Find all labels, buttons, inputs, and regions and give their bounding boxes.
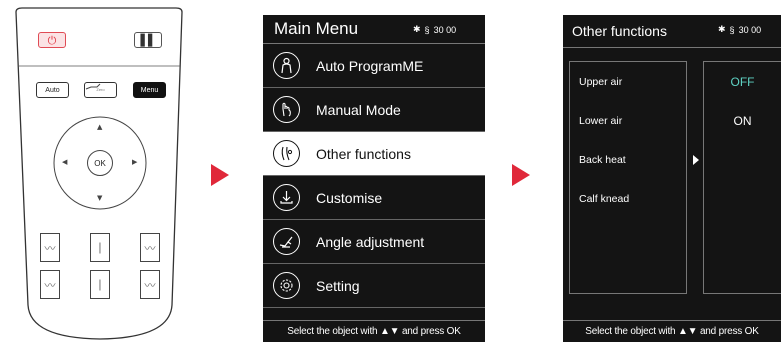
menu-button[interactable]: Menu <box>133 82 166 98</box>
instruction-footer: Select the object with ▲▼ and press OK <box>263 320 485 342</box>
timer-value: 30 00 <box>433 24 457 35</box>
divider <box>563 47 781 48</box>
option-upper-air[interactable]: Upper air <box>579 76 622 88</box>
leg-massage-icon <box>273 140 300 167</box>
heat-icon: § <box>729 24 735 35</box>
foot-massage-up-button[interactable]: ❘ <box>90 233 110 262</box>
selection-pointer-icon <box>693 155 699 165</box>
back-massage-up-button[interactable]: 〰 <box>40 233 60 262</box>
pause-button[interactable]: ▌▌ <box>134 32 162 48</box>
instruction-footer: Select the object with ▲▼ and press OK <box>563 320 781 342</box>
timer-value: 30 00 <box>738 24 762 35</box>
heat-icon: § <box>424 24 430 35</box>
remote-control: ⏻ ▌▌ Auto Zero Menu ▲ ▼ ◀ ▶ OK 〰 〰 ❘ ❘ 〰… <box>0 0 193 342</box>
option-lower-air[interactable]: Lower air <box>579 115 622 127</box>
value-off[interactable]: OFF <box>704 75 781 89</box>
chair-icon: 〰 <box>144 278 156 292</box>
bluetooth-icon: ✱ <box>718 24 726 34</box>
foot-massage-down-button[interactable]: ❘ <box>90 270 110 299</box>
gear-icon <box>273 272 300 299</box>
body-icon <box>273 52 300 79</box>
menu-item-angle-adjustment[interactable]: Angle adjustment <box>263 220 485 264</box>
status-bar: ✱ § 30 00 <box>413 24 456 35</box>
flow-arrow-icon <box>512 164 530 186</box>
up-arrow-button[interactable]: ▲ <box>97 124 102 131</box>
main-menu-screen: Main Menu ✱ § 30 00 Auto ProgramME Manua… <box>263 15 485 342</box>
screen-title: Other functions <box>572 23 667 39</box>
recline-down-button[interactable]: 〰 <box>140 270 160 299</box>
value-list: OFF ON <box>703 61 781 294</box>
option-calf-knead[interactable]: Calf knead <box>579 193 629 205</box>
screen-title: Main Menu <box>274 19 359 38</box>
menu-item-other-functions[interactable]: Other functions <box>263 132 485 176</box>
hand-icon <box>273 96 300 123</box>
massage-icon: 〰 <box>44 278 56 292</box>
recline-chair-icon <box>273 228 300 255</box>
menu-item-auto-programme[interactable]: Auto ProgramME <box>263 44 485 88</box>
bluetooth-icon: ✱ <box>413 24 421 34</box>
auto-button[interactable]: Auto <box>36 82 69 98</box>
power-icon: ⏻ <box>47 33 57 47</box>
foot-icon: ❘ <box>95 278 105 291</box>
status-bar: ✱ § 30 00 <box>718 24 761 35</box>
power-button[interactable]: ⏻ <box>38 32 66 48</box>
down-arrow-button[interactable]: ▼ <box>97 195 102 202</box>
recline-up-button[interactable]: 〰 <box>140 233 160 262</box>
value-on[interactable]: ON <box>704 114 781 128</box>
zero-gravity-button[interactable]: Zero <box>84 82 117 98</box>
right-arrow-button[interactable]: ▶ <box>132 159 137 166</box>
menu-item-customise[interactable]: Customise <box>263 176 485 220</box>
pause-icon: ▌▌ <box>140 33 157 47</box>
function-list: Upper air Lower air Back heat Calf knead <box>569 61 687 294</box>
chair-icon: 〰 <box>144 241 156 255</box>
left-arrow-button[interactable]: ◀ <box>62 159 67 166</box>
massage-icon: 〰 <box>44 241 56 255</box>
flow-arrow-icon <box>211 164 229 186</box>
download-icon <box>273 184 300 211</box>
menu-item-setting[interactable]: Setting <box>263 264 485 308</box>
foot-icon: ❘ <box>95 241 105 254</box>
other-functions-screen: Other functions ✱ § 30 00 Upper air Lowe… <box>563 15 781 342</box>
option-back-heat[interactable]: Back heat <box>579 154 626 166</box>
ok-button[interactable]: OK <box>87 150 113 176</box>
menu-item-manual-mode[interactable]: Manual Mode <box>263 88 485 132</box>
back-massage-down-button[interactable]: 〰 <box>40 270 60 299</box>
